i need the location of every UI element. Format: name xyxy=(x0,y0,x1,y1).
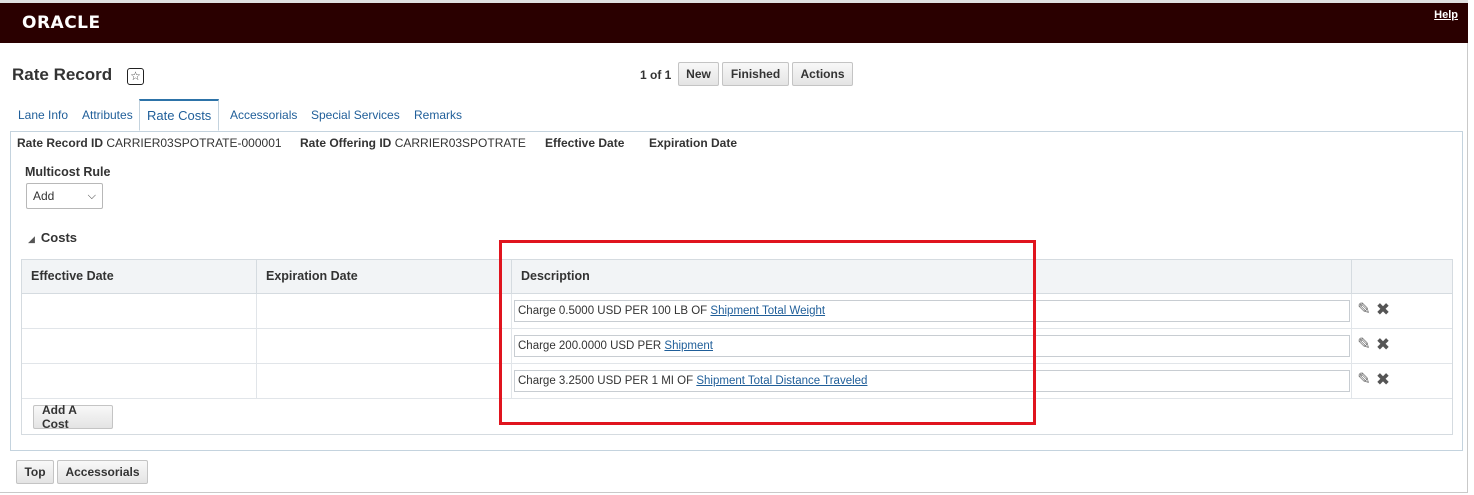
costs-section-header[interactable]: ◢ Costs xyxy=(28,230,77,245)
tab-remarks[interactable]: Remarks xyxy=(414,99,462,131)
rate-offering-id-label: Rate Offering ID xyxy=(300,136,392,150)
col-expiration-date: Expiration Date xyxy=(257,260,512,294)
edit-icon[interactable]: ✎ xyxy=(1355,301,1373,319)
finished-button[interactable]: Finished xyxy=(722,62,789,86)
edit-icon[interactable]: ✎ xyxy=(1355,336,1373,354)
costs-heading: Costs xyxy=(40,230,78,245)
triangle-down-icon[interactable]: ◢ xyxy=(28,234,35,244)
tab-accessorials[interactable]: Accessorials xyxy=(230,99,297,131)
oracle-logo: ORACLE xyxy=(22,13,101,33)
edit-icon[interactable]: ✎ xyxy=(1355,371,1373,389)
expiration-date: Expiration Date xyxy=(649,136,737,150)
col-effective-date: Effective Date xyxy=(22,260,257,294)
help-link[interactable]: Help xyxy=(1434,9,1458,21)
rate-record-id-label: Rate Record ID xyxy=(17,136,104,150)
tab-attributes[interactable]: Attributes xyxy=(82,99,133,131)
multicost-rule-label: Multicost Rule xyxy=(25,165,111,179)
delete-icon[interactable]: ✖ xyxy=(1374,371,1392,389)
add-cost-button[interactable]: Add A Cost xyxy=(33,403,113,431)
actions-button[interactable]: Actions xyxy=(792,62,853,86)
multicost-rule-select[interactable]: Add ⌵ xyxy=(26,183,103,209)
rate-record-id: Rate Record ID CARRIER03SPOTRATE-000001 xyxy=(17,136,282,150)
star-icon[interactable]: ☆ xyxy=(127,68,144,85)
record-pager: 1 of 1 xyxy=(640,68,672,82)
effective-date-label: Effective Date xyxy=(545,136,625,150)
top-button[interactable]: Top xyxy=(16,460,54,484)
new-button[interactable]: New xyxy=(678,62,719,86)
highlight-annotation xyxy=(499,240,1036,425)
multicost-rule-value: Add xyxy=(33,189,55,203)
rate-offering-id-value: CARRIER03SPOTRATE xyxy=(394,136,526,150)
effective-date: Effective Date xyxy=(545,136,624,150)
tab-rate-costs[interactable]: Rate Costs xyxy=(139,99,220,131)
accessorials-button[interactable]: Accessorials xyxy=(57,460,148,484)
tab-special-services[interactable]: Special Services xyxy=(311,99,400,131)
tab-lane-info[interactable]: Lane Info xyxy=(18,99,68,131)
chevron-down-icon: ⌵ xyxy=(87,190,96,202)
rate-offering-id: Rate Offering ID CARRIER03SPOTRATE xyxy=(300,136,526,150)
delete-icon[interactable]: ✖ xyxy=(1374,336,1392,354)
page-title: Rate Record xyxy=(12,65,113,84)
delete-icon[interactable]: ✖ xyxy=(1374,301,1392,319)
expiration-date-label: Expiration Date xyxy=(649,136,738,150)
top-bar: ORACLE Help xyxy=(0,0,1468,43)
rate-record-id-value: CARRIER03SPOTRATE-000001 xyxy=(106,136,282,150)
